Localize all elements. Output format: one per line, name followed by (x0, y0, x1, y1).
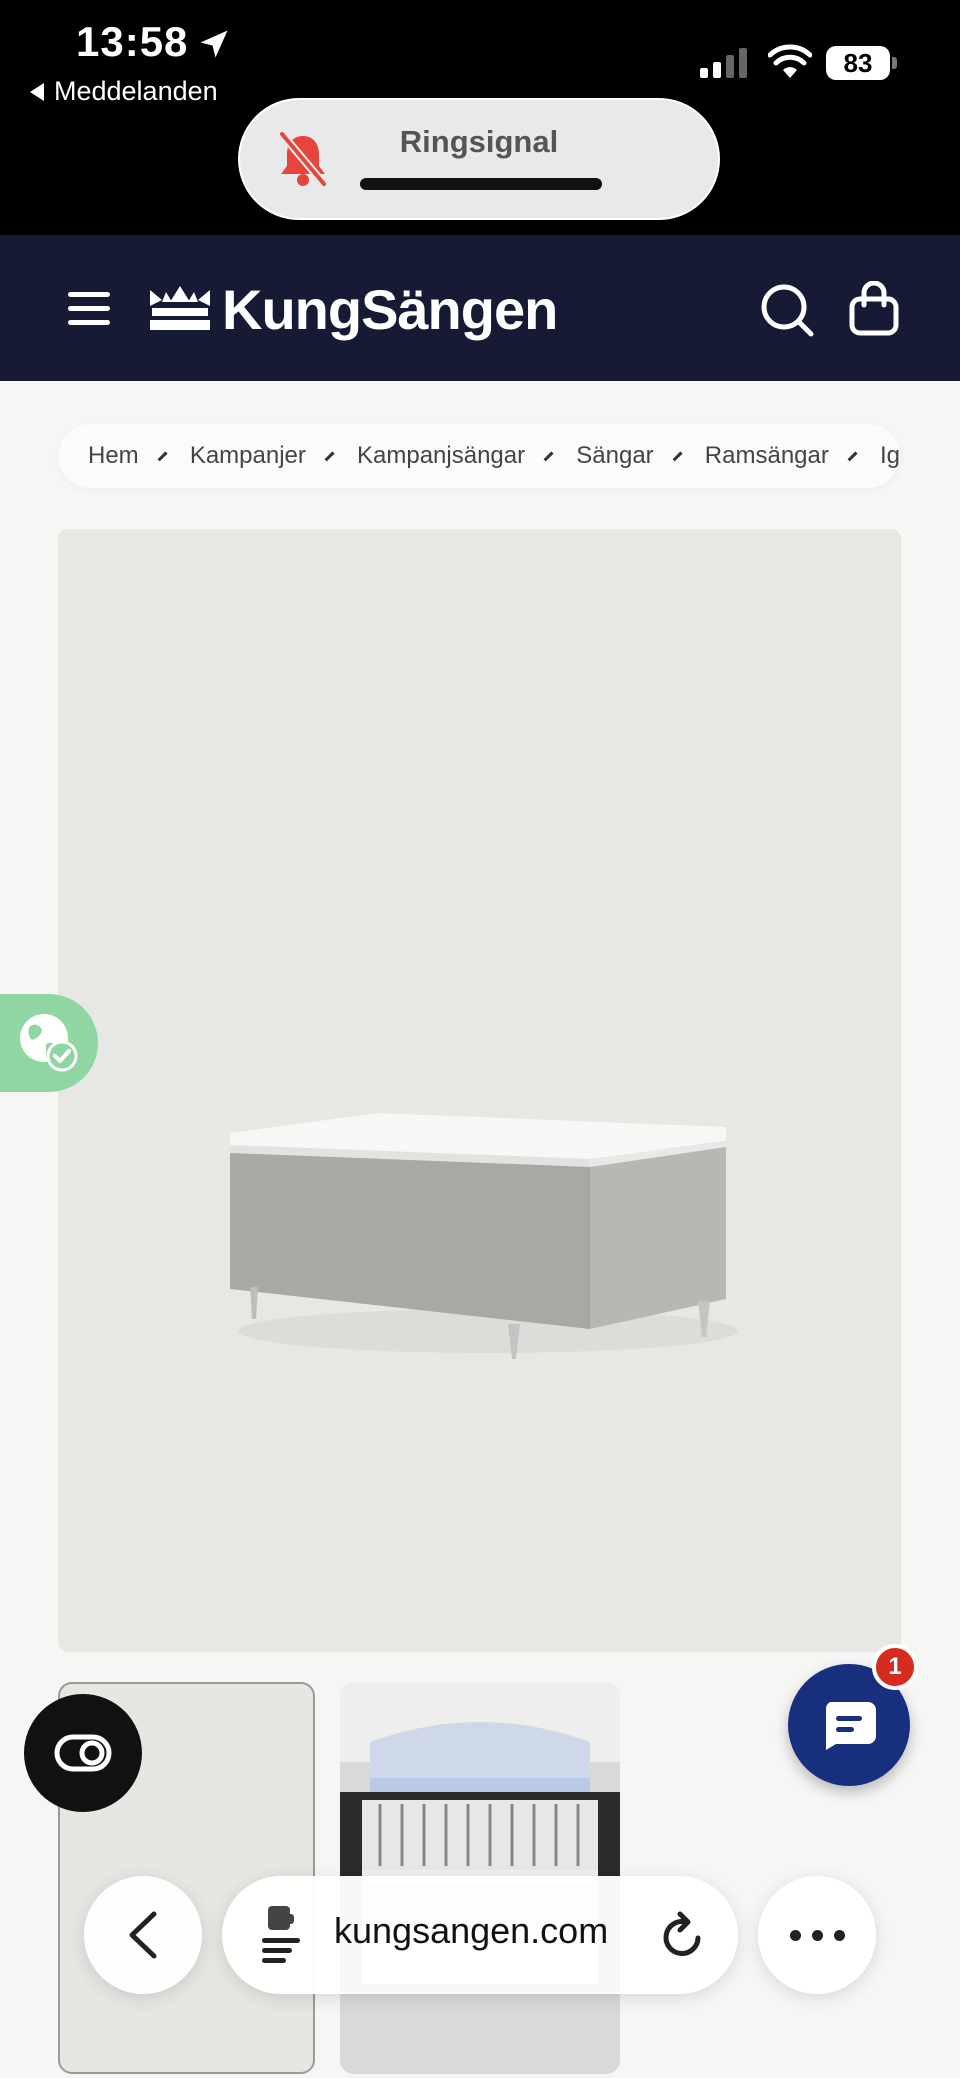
browser-more-button[interactable] (758, 1876, 876, 1994)
location-arrow-icon (200, 30, 228, 58)
chat-bubble-icon (825, 1702, 876, 1750)
accessibility-button[interactable] (24, 1694, 142, 1812)
chevron-right-icon (543, 451, 554, 461)
ringer-label: Ringsignal (399, 124, 559, 159)
more-icon-dot (812, 1930, 823, 1941)
hamburger-menu-icon[interactable] (68, 290, 110, 326)
brand-logo[interactable]: KungSängen (148, 277, 558, 341)
battery-percent: 83 (826, 46, 890, 80)
cellular-signal-icon (700, 48, 747, 78)
brand-name: KungSängen (222, 277, 558, 341)
back-triangle-icon (30, 82, 44, 101)
reload-icon[interactable] (658, 1910, 706, 1960)
breadcrumb-item-kampanjer[interactable]: Kampanjer (190, 442, 306, 470)
search-icon[interactable] (760, 283, 814, 337)
more-icon-dot (790, 1930, 801, 1941)
bed-image (230, 1113, 738, 1359)
shopping-bag-icon[interactable] (848, 281, 900, 337)
back-app-label: Meddelanden (54, 76, 218, 106)
page: 13:58 Meddelanden 83 Ringsignal KungSäng… (0, 0, 960, 2078)
cookie-consent-button[interactable] (0, 994, 98, 1092)
breadcrumb-item-current[interactable]: Ig (880, 442, 900, 470)
chevron-right-icon (157, 451, 168, 461)
breadcrumb-item-sangar[interactable]: Sängar (576, 442, 653, 470)
browser-back-button[interactable] (84, 1876, 202, 1994)
chevron-right-icon (847, 451, 858, 461)
breadcrumb-item-hem[interactable]: Hem (88, 442, 139, 470)
reader-icon (262, 1906, 300, 1963)
chevron-right-icon (672, 451, 683, 461)
site-header: KungSängen (0, 235, 960, 381)
status-time: 13:58 (76, 18, 189, 65)
globe-check-icon (20, 1014, 78, 1072)
browser-address-bar[interactable]: kungsangen.com (222, 1876, 738, 1994)
crown-icon (150, 286, 210, 330)
battery-icon: 83 (826, 46, 897, 80)
chat-notification-badge: 1 (872, 1644, 918, 1690)
ringer-indicator: Ringsignal (238, 98, 720, 220)
more-icon-dot (834, 1930, 845, 1941)
breadcrumb-item-kampanjsangar[interactable]: Kampanjsängar (357, 442, 525, 470)
back-to-app-link[interactable]: Meddelanden (30, 76, 218, 107)
back-chevron-icon (129, 1911, 157, 1959)
wifi-icon (768, 44, 812, 78)
chevron-right-icon (324, 451, 335, 461)
browser-url: kungsangen.com (334, 1910, 609, 1951)
breadcrumb-item-ramsangar[interactable]: Ramsängar (705, 442, 829, 470)
ringer-volume-bar (360, 178, 602, 190)
product-main-image[interactable] (58, 529, 901, 1652)
breadcrumb: Hem Kampanjer Kampanjsängar Sängar Ramsä… (58, 424, 900, 488)
accessibility-toggle-icon (54, 1734, 112, 1772)
